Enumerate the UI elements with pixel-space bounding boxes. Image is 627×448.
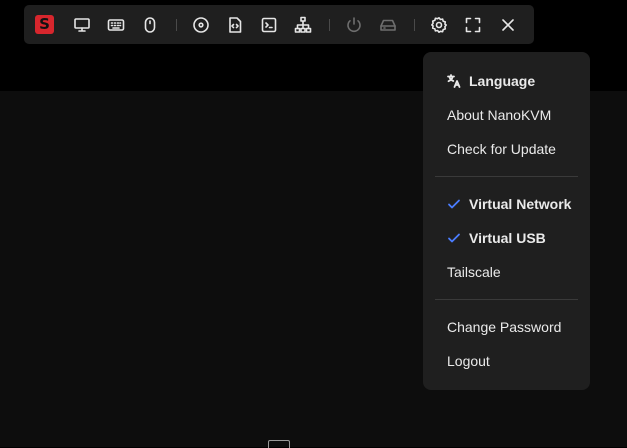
menu-item-change-password[interactable]: Change Password <box>423 310 590 344</box>
storage-icon[interactable] <box>378 15 398 35</box>
menu-item-about[interactable]: About NanoKVM <box>423 98 590 132</box>
menu-item-tailscale[interactable]: Tailscale <box>423 255 590 289</box>
menu-label: Change Password <box>447 319 562 335</box>
check-icon <box>447 197 461 211</box>
menu-divider <box>435 299 578 300</box>
toolbar: S <box>24 5 534 44</box>
menu-label: Virtual USB <box>469 230 546 246</box>
menu-item-logout[interactable]: Logout <box>423 344 590 378</box>
keyboard-icon[interactable] <box>106 15 126 35</box>
close-icon[interactable] <box>498 15 518 35</box>
screen-icon[interactable] <box>72 15 92 35</box>
menu-item-virtual-usb[interactable]: Virtual USB <box>423 221 590 255</box>
check-icon <box>447 231 461 245</box>
menu-label: Language <box>469 73 536 89</box>
menu-label: About NanoKVM <box>447 107 552 123</box>
settings-icon[interactable] <box>429 15 449 35</box>
mouse-icon[interactable] <box>140 15 160 35</box>
nanokvm-logo[interactable]: S <box>35 15 54 34</box>
power-icon[interactable] <box>344 15 364 35</box>
menu-label: Virtual Network <box>469 196 572 212</box>
translate-icon <box>447 74 461 88</box>
menu-divider <box>435 176 578 177</box>
menu-label: Logout <box>447 353 490 369</box>
disk-icon[interactable] <box>191 15 211 35</box>
menu-item-virtual-network[interactable]: Virtual Network <box>423 187 590 221</box>
script-icon[interactable] <box>225 15 245 35</box>
menu-label: Check for Update <box>447 141 556 157</box>
menu-label: Tailscale <box>447 264 501 280</box>
terminal-icon[interactable] <box>259 15 279 35</box>
settings-menu: Language About NanoKVM Check for Update … <box>423 52 590 390</box>
network-icon[interactable] <box>293 15 313 35</box>
fullscreen-icon[interactable] <box>463 15 483 35</box>
menu-item-language[interactable]: Language <box>423 64 590 98</box>
menu-item-check-update[interactable]: Check for Update <box>423 132 590 166</box>
